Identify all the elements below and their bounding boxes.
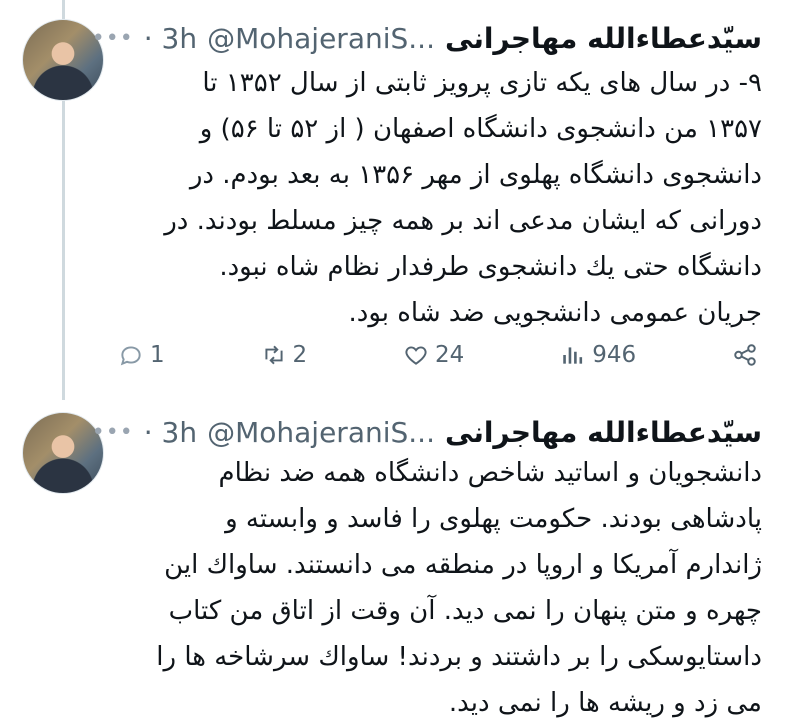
views-button[interactable]: 946	[560, 342, 636, 368]
tweet-text: دانشجویان و اساتید شاخص دانشگاه همه ضد ن…	[102, 450, 762, 726]
tweet-text-line: ۱۳۵۷ من دانشجوی دانشگاه اصفهان ( از ۵۲ ت…	[199, 114, 762, 144]
tweet-text-line: می زد و ریشه ها را نمی دید.	[448, 688, 762, 718]
tweet-text-line: داستایوسکی را بر داشتند و بردند! ساواك س…	[156, 642, 762, 672]
reply-count: 1	[150, 342, 165, 368]
repost-count: 2	[292, 342, 308, 368]
like-count: 24	[435, 342, 465, 368]
like-button[interactable]: 24	[403, 342, 464, 368]
user-display-name[interactable]: سیّدعطاءالله مهاجرانی	[445, 22, 762, 55]
user-handle[interactable]: @MohajeraniS...	[207, 416, 435, 449]
tweet-text-line: دانشجویان و اساتید شاخص دانشگاه همه ضد ن…	[218, 458, 762, 488]
tweet-time[interactable]: · 3h	[144, 22, 197, 55]
tweet-text-line: دانشجوی دانشگاه پهلوی از مهر ۱۳۵۶ به بعد…	[189, 160, 762, 190]
user-handle[interactable]: @MohajeraniS...	[207, 22, 435, 55]
repost-icon	[264, 345, 283, 365]
tweet-text-line: پادشاهی بودند. حکومت پهلوی را فاسد و واب…	[225, 504, 762, 534]
share-icon	[734, 344, 756, 366]
tweet-text-line: ۹- در سال های یکه تازی پرویز ثابتی از سا…	[202, 68, 762, 98]
heart-icon	[405, 346, 427, 365]
tweet[interactable]: ••• · 3h @MohajeraniS... سیّدعطاءالله مه…	[0, 0, 790, 395]
share-button[interactable]	[732, 342, 758, 368]
tweet-text-line: ژاندارم آمریکا و اروپا در منطقه می دانست…	[164, 550, 762, 580]
tweet[interactable]: ••• · 3h @MohajeraniS... سیّدعطاءالله مه…	[0, 398, 790, 720]
views-count: 946	[592, 342, 637, 368]
tweet-text-line: چهره و متن پنهان را نمی دید. آن وقت از ا…	[168, 596, 762, 626]
tweet-time[interactable]: · 3h	[144, 416, 197, 449]
tweet-header: ••• · 3h @MohajeraniS... سیّدعطاءالله مه…	[92, 18, 762, 58]
user-display-name[interactable]: سیّدعطاءالله مهاجرانی	[445, 416, 762, 449]
reply-button[interactable]: 1	[118, 342, 165, 368]
more-icon[interactable]: •••	[92, 26, 134, 51]
tweet-text: ۹- در سال های یکه تازی پرویز ثابتی از سا…	[102, 60, 762, 336]
more-icon[interactable]: •••	[92, 420, 134, 445]
tweet-text-line: جریان عمومی دانشجویی ضد شاه بود.	[348, 298, 763, 328]
reply-icon	[120, 346, 141, 366]
tweet-header: ••• · 3h @MohajeraniS... سیّدعطاءالله مه…	[92, 412, 762, 452]
tweet-text-line: دورانی که ایشان مدعی اند بر همه چیز مسلط…	[164, 206, 762, 236]
tweet-actions: 1 2 24 946	[118, 335, 758, 375]
views-icon	[563, 347, 583, 364]
repost-button[interactable]: 2	[261, 342, 308, 368]
tweet-text-line: دانشگاه حتی یك دانشجوی طرفدار نظام شاه ن…	[219, 252, 762, 282]
